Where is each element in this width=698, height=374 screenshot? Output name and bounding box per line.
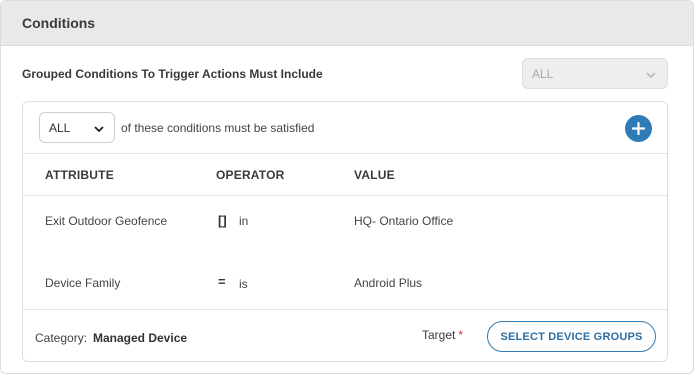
grouped-conditions-select: ALL — [522, 58, 668, 89]
plus-icon — [632, 122, 645, 135]
row-operator: in — [239, 214, 249, 228]
divider — [23, 153, 667, 154]
column-header-value: VALUE — [354, 168, 395, 182]
panel-header: Conditions — [1, 1, 693, 46]
row-attribute: Exit Outdoor Geofence — [45, 214, 168, 228]
divider — [23, 195, 667, 196]
category-label: Category: — [35, 331, 88, 345]
conditions-panel: Conditions Grouped Conditions To Trigger… — [0, 0, 694, 374]
chevron-down-icon — [645, 68, 657, 86]
column-header-attribute: ATTRIBUTE — [45, 168, 114, 182]
target-label-text: Target — [422, 328, 456, 342]
grouped-conditions-label: Grouped Conditions To Trigger Actions Mu… — [22, 67, 323, 81]
equals-operator-icon: = — [218, 274, 226, 289]
satisfied-text: of these conditions must be satisfied — [121, 121, 315, 135]
category-value: Managed Device — [93, 331, 188, 345]
required-mark: * — [458, 328, 464, 342]
select-device-groups-button[interactable]: SELECT DEVICE GROUPS — [487, 321, 656, 352]
chevron-down-icon — [93, 122, 105, 140]
in-operator-icon: [] — [218, 213, 227, 228]
row-value: Android Plus — [354, 276, 423, 290]
conditions-box: ALL of these conditions must be satisfie… — [22, 101, 668, 362]
match-type-select[interactable]: ALL — [39, 112, 115, 143]
match-type-select-value: ALL — [49, 121, 71, 135]
divider — [23, 309, 667, 310]
row-value: HQ- Ontario Office — [354, 214, 454, 228]
panel-title: Conditions — [22, 15, 96, 31]
grouped-conditions-select-value: ALL — [532, 67, 554, 81]
row-attribute: Device Family — [45, 276, 121, 290]
row-operator: is — [239, 277, 248, 291]
add-condition-button[interactable] — [625, 115, 652, 142]
target-label: Target * — [422, 328, 463, 342]
column-header-operator: OPERATOR — [216, 168, 285, 182]
